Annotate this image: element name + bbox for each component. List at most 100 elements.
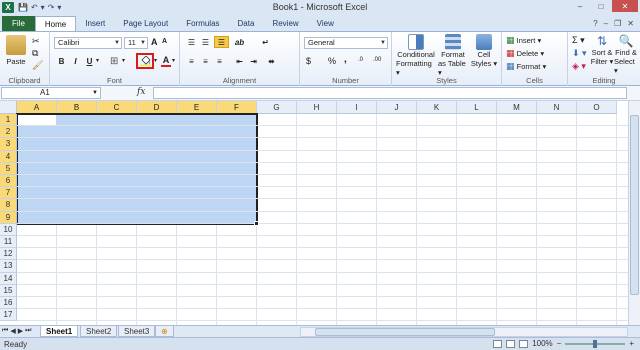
column-header-j[interactable]: J xyxy=(377,101,417,114)
merge-center-button[interactable]: ⬌ xyxy=(266,56,277,66)
paste-button[interactable]: Paste xyxy=(6,35,26,66)
column-header-i[interactable]: I xyxy=(337,101,377,114)
help-icon[interactable]: ? xyxy=(593,19,597,28)
horizontal-scroll-thumb[interactable] xyxy=(315,328,495,336)
borders-button[interactable]: ⊞ xyxy=(110,56,118,67)
close-button[interactable]: ✕ xyxy=(612,0,638,12)
italic-button[interactable]: I xyxy=(70,56,81,66)
font-family-select[interactable]: Calibri ▼ xyxy=(54,37,122,49)
decrease-decimal-button[interactable]: .00 xyxy=(373,57,381,63)
borders-dropdown[interactable]: ▾ xyxy=(122,57,125,64)
tab-formulas[interactable]: Formulas xyxy=(177,16,228,31)
tab-insert[interactable]: Insert xyxy=(76,16,114,31)
align-left-button[interactable]: ≡ xyxy=(186,56,197,66)
grow-font-button[interactable]: A xyxy=(151,37,158,47)
row-header-13[interactable]: 13 xyxy=(0,260,17,273)
row-header-15[interactable]: 15 xyxy=(0,284,17,297)
comma-button[interactable]: , xyxy=(344,54,347,65)
delete-cells-button[interactable]: ▦ Delete ▾ xyxy=(506,48,544,59)
last-sheet-icon[interactable]: ⏭ xyxy=(25,327,31,335)
column-header-g[interactable]: G xyxy=(257,101,297,114)
row-header-5[interactable]: 5 xyxy=(0,162,17,175)
zoom-in-button[interactable]: + xyxy=(629,339,634,348)
selected-range[interactable] xyxy=(16,113,258,225)
tab-view[interactable]: View xyxy=(308,16,343,31)
zoom-out-button[interactable]: − xyxy=(557,339,562,348)
align-right-button[interactable]: ≡ xyxy=(214,56,225,66)
active-cell-a1[interactable] xyxy=(18,115,56,126)
increase-decimal-button[interactable]: .0 xyxy=(358,57,363,63)
horizontal-scrollbar[interactable] xyxy=(300,327,628,337)
page-layout-view-icon[interactable] xyxy=(506,339,516,348)
column-header-o[interactable]: O xyxy=(577,101,617,114)
number-format-select[interactable]: General ▼ xyxy=(304,37,388,49)
row-header-8[interactable]: 8 xyxy=(0,199,17,212)
row-header-6[interactable]: 6 xyxy=(0,175,17,188)
row-header-4[interactable]: 4 xyxy=(0,150,17,163)
name-box[interactable]: A1 ▼ xyxy=(1,87,101,99)
sheet-tab-sheet2[interactable]: Sheet2 xyxy=(80,326,118,337)
row-header-2[interactable]: 2 xyxy=(0,126,17,139)
row-header-7[interactable]: 7 xyxy=(0,187,17,200)
conditional-formatting-button[interactable]: Conditional Formatting ▾ xyxy=(396,34,436,77)
sheet-tab-sheet1[interactable]: Sheet1 xyxy=(40,326,79,337)
select-all-corner[interactable] xyxy=(0,101,17,114)
bold-button[interactable]: B xyxy=(56,56,67,66)
row-header-1[interactable]: 1 xyxy=(0,114,17,127)
percent-button[interactable]: % xyxy=(328,56,336,66)
align-center-button[interactable]: ≡ xyxy=(200,56,211,66)
tab-review[interactable]: Review xyxy=(263,16,307,31)
first-sheet-icon[interactable]: ⏮ xyxy=(2,327,8,335)
column-header-m[interactable]: M xyxy=(497,101,537,114)
orientation-button[interactable]: ab xyxy=(234,37,245,47)
find-select-button[interactable]: 🔍 Find & Select ▾ xyxy=(614,34,638,75)
sort-filter-button[interactable]: ⇅ Sort & Filter ▾ xyxy=(590,34,614,66)
sheet-tab-sheet3[interactable]: Sheet3 xyxy=(118,326,156,337)
bottom-align-button[interactable]: ☰ xyxy=(214,36,229,48)
worksheet-grid[interactable]: A B C D E F G H I J K L M N O 1 2 3 4 5 6 7 8 9 10 11 12 13 14 15 16 17 xyxy=(0,101,640,325)
formula-input[interactable] xyxy=(153,87,627,99)
next-sheet-icon[interactable]: ▶ xyxy=(18,327,23,335)
row-header-17[interactable]: 17 xyxy=(0,309,17,322)
underline-dropdown[interactable]: ▾ xyxy=(96,57,99,64)
row-header-10[interactable]: 10 xyxy=(0,223,17,236)
autosum-button[interactable]: Σ ▾ xyxy=(572,35,585,46)
save-icon[interactable]: 💾 xyxy=(18,3,28,12)
zoom-level[interactable]: 100% xyxy=(532,339,552,348)
column-header-n[interactable]: N xyxy=(537,101,577,114)
column-header-h[interactable]: H xyxy=(297,101,337,114)
decrease-indent-button[interactable]: ⇤ xyxy=(234,56,245,66)
normal-view-icon[interactable] xyxy=(493,339,503,348)
tab-file[interactable]: File xyxy=(2,16,35,31)
row-header-3[interactable]: 3 xyxy=(0,138,17,151)
row-header-12[interactable]: 12 xyxy=(0,248,17,261)
tab-page-layout[interactable]: Page Layout xyxy=(114,16,177,31)
qat-more-icon[interactable]: ▾ xyxy=(41,3,45,12)
tab-data[interactable]: Data xyxy=(229,16,264,31)
shrink-font-button[interactable]: A xyxy=(162,38,167,45)
workbook-minimize-button[interactable]: – xyxy=(604,19,608,28)
underline-button[interactable]: U xyxy=(84,56,95,66)
row-header-11[interactable]: 11 xyxy=(0,236,17,249)
copy-icon[interactable]: ⧉ xyxy=(32,48,38,59)
workbook-restore-button[interactable]: ❐ xyxy=(614,19,621,28)
format-painter-icon[interactable]: 🖌 xyxy=(32,60,43,71)
format-as-table-button[interactable]: Format as Table ▾ xyxy=(438,34,468,77)
column-header-k[interactable]: K xyxy=(417,101,457,114)
maximize-button[interactable]: □ xyxy=(591,0,611,12)
workbook-close-button[interactable]: ✕ xyxy=(627,19,634,28)
font-size-select[interactable]: 11 ▼ xyxy=(124,37,148,49)
page-break-view-icon[interactable] xyxy=(519,339,529,348)
middle-align-button[interactable]: ☰ xyxy=(200,37,211,47)
fill-button[interactable]: ⬇ ▾ xyxy=(572,48,587,59)
redo-icon[interactable]: ↷ xyxy=(48,3,55,12)
row-header-9[interactable]: 9 xyxy=(0,211,17,224)
clear-button[interactable]: ◈ ▾ xyxy=(572,61,586,72)
format-cells-button[interactable]: ▦ Format ▾ xyxy=(506,61,546,72)
zoom-slider[interactable] xyxy=(565,339,626,348)
font-color-button[interactable]: A xyxy=(160,55,172,67)
column-header-l[interactable]: L xyxy=(457,101,497,114)
fill-color-dropdown[interactable]: ▾ xyxy=(154,57,157,64)
minimize-button[interactable]: – xyxy=(570,0,590,12)
cut-icon[interactable]: ✂ xyxy=(32,36,40,47)
